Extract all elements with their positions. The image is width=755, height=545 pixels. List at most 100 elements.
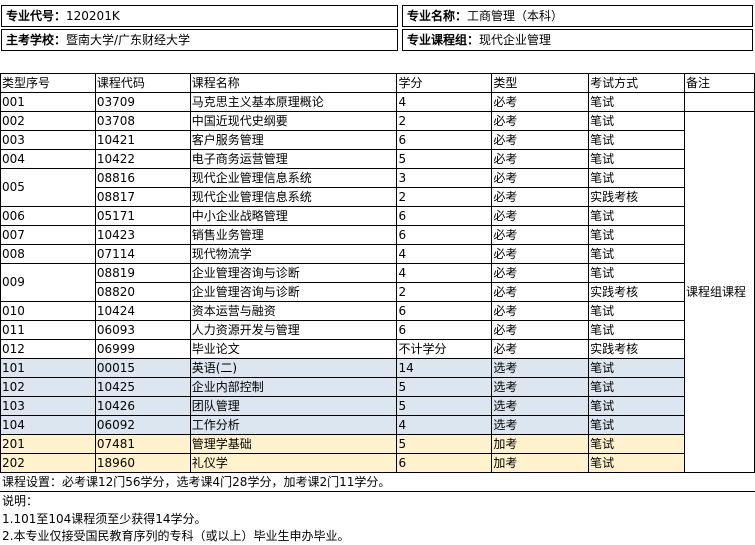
school-label: 主考学校：: [6, 33, 67, 47]
course-exam-cell: 笔试: [588, 130, 685, 150]
table-row: 009 08819 企业管理咨询与诊断 4 必考 笔试: [0, 263, 755, 302]
remark-cell: [683, 92, 755, 112]
explain-line-1: 1.101至104课程须至少获得14学分。: [2, 512, 207, 526]
course-seq-cell: 011: [0, 320, 96, 340]
col-header-credit: 学分: [396, 73, 493, 93]
course-code-cell: 08817: [94, 187, 191, 207]
course-exam-cell: 笔试: [588, 263, 685, 283]
course-code-cell: 06093: [94, 320, 191, 340]
course-name-cell: 英语(二): [189, 358, 398, 378]
course-type-cell: 必考: [491, 168, 590, 188]
course-code-cell: 07114: [94, 244, 191, 264]
course-code-cell: 18960: [94, 453, 191, 473]
col-header-remark: 备注: [683, 73, 755, 93]
course-credit-cell: 6: [396, 225, 493, 245]
course-type-cell: 必考: [491, 206, 590, 226]
course-credit-cell: 2: [396, 187, 493, 207]
col-header-exam: 考试方式: [588, 73, 685, 93]
course-exam-cell: 笔试: [588, 358, 685, 378]
course-credit-cell: 不计学分: [396, 339, 493, 359]
course-exam-cell: 笔试: [588, 225, 685, 245]
course-name-cell: 工作分析: [189, 415, 398, 435]
course-code-cell: 10422: [94, 149, 191, 169]
table-row: 08820 企业管理咨询与诊断 2 必考 实践考核: [1, 282, 755, 302]
course-seq-cell: 202: [0, 453, 96, 473]
course-seq-cell: 002: [0, 111, 96, 131]
course-name-cell: 现代物流学: [189, 244, 398, 264]
course-table: 类型序号 课程代码 课程名称 学分 类型 考试方式 备注 001 03709 马克思…: [0, 73, 755, 473]
course-type-cell: 必考: [491, 301, 590, 321]
school-box: 主考学校：暨南大学/广东财经大学: [1, 29, 398, 51]
course-credit-cell: 4: [396, 244, 493, 264]
course-exam-cell: 笔试: [588, 206, 685, 226]
course-type-cell: 加考: [491, 434, 590, 454]
course-exam-cell: 笔试: [588, 415, 685, 435]
course-seq-cell: 010: [0, 301, 96, 321]
course-seq-cell: 008: [0, 244, 96, 264]
course-exam-cell: 实践考核: [588, 187, 685, 207]
course-type-cell: 选考: [491, 415, 590, 435]
course-seq-cell: 006: [0, 206, 96, 226]
course-type-cell: 选考: [491, 377, 590, 397]
course-code-cell: 08820: [94, 282, 191, 302]
table-row: 003 10421 客户服务管理 6 必考 笔试: [0, 130, 755, 150]
table-row: 010 10424 资本运营与融资 6 必考 笔试: [0, 301, 755, 321]
course-credit-cell: 14: [396, 358, 493, 378]
course-credit-cell: 6: [396, 130, 493, 150]
course-type-cell: 必考: [491, 187, 590, 207]
course-name-cell: 团队管理: [189, 396, 398, 416]
course-exam-cell: 笔试: [588, 244, 685, 264]
course-code-cell: 03708: [94, 111, 191, 131]
course-code-cell: 03709: [94, 92, 191, 112]
course-name-cell: 企业管理咨询与诊断: [189, 282, 398, 302]
course-code-cell: 08816: [94, 168, 191, 188]
course-group-value: 现代企业管理: [479, 33, 552, 47]
col-header-seq: 类型序号: [0, 73, 96, 93]
course-type-cell: 选考: [491, 358, 590, 378]
course-name-cell: 毕业论文: [189, 339, 398, 359]
course-exam-cell: 笔试: [588, 396, 685, 416]
table-row: 104 06092 工作分析 4 选考 笔试: [0, 415, 755, 435]
course-code-cell: 00015: [94, 358, 191, 378]
course-seq-cell: 009: [0, 263, 96, 302]
major-code-box: 专业代号：120201K: [1, 5, 398, 27]
course-code-cell: 10423: [94, 225, 191, 245]
course-code-cell: 07481: [94, 434, 191, 454]
course-name-cell: 现代企业管理信息系统: [189, 168, 398, 188]
course-credit-cell: 2: [396, 111, 493, 131]
course-type-cell: 必考: [491, 244, 590, 264]
explain-line-2: 2.本专业仅接受国民教育序列的专科（或以上）毕业生申办毕业。: [2, 529, 350, 543]
col-header-type: 类型: [491, 73, 590, 93]
course-seq-cell: 007: [0, 225, 96, 245]
course-name-cell: 人力资源开发与管理: [189, 320, 398, 340]
table-row: 08817 现代企业管理信息系统 2 必考 实践考核: [1, 187, 755, 207]
course-exam-cell: 笔试: [588, 111, 685, 131]
course-exam-cell: 笔试: [588, 301, 685, 321]
table-row: 011 06093 人力资源开发与管理 6 必考 笔试: [0, 320, 755, 340]
course-seq-cell: 102: [0, 377, 96, 397]
table-row: 103 10426 团队管理 5 选考 笔试: [0, 396, 755, 416]
course-credit-cell: 5: [396, 434, 493, 454]
settings-note: 课程设置：必考课12门56学分，选考课4门28学分，加考课2门11学分。: [2, 475, 391, 489]
course-exam-cell: 笔试: [588, 453, 685, 473]
course-exam-cell: 笔试: [588, 168, 685, 188]
course-type-cell: 加考: [491, 453, 590, 473]
course-name-cell: 马克思主义基本原理概论: [189, 92, 398, 112]
course-exam-cell: 笔试: [588, 320, 685, 340]
col-header-code: 课程代码: [94, 73, 191, 93]
major-name-box: 专业名称：工商管理（本科）: [402, 5, 753, 27]
course-type-cell: 必考: [491, 339, 590, 359]
course-name-cell: 客户服务管理: [189, 130, 398, 150]
course-seq-cell: 005: [0, 168, 96, 207]
course-name-cell: 中国近现代史纲要: [189, 111, 398, 131]
course-seq-cell: 001: [0, 92, 96, 112]
course-code-cell: 10425: [94, 377, 191, 397]
course-type-cell: 必考: [491, 225, 590, 245]
table-row: 202 18960 礼仪学 6 加考 笔试: [0, 453, 755, 473]
table-row: 005 08816 现代企业管理信息系统 3 必考 笔试: [0, 168, 755, 207]
course-seq-cell: 012: [0, 339, 96, 359]
course-type-cell: 必考: [491, 282, 590, 302]
course-type-cell: 必考: [491, 130, 590, 150]
course-code-cell: 10421: [94, 130, 191, 150]
col-header-name: 课程名称: [189, 73, 398, 93]
